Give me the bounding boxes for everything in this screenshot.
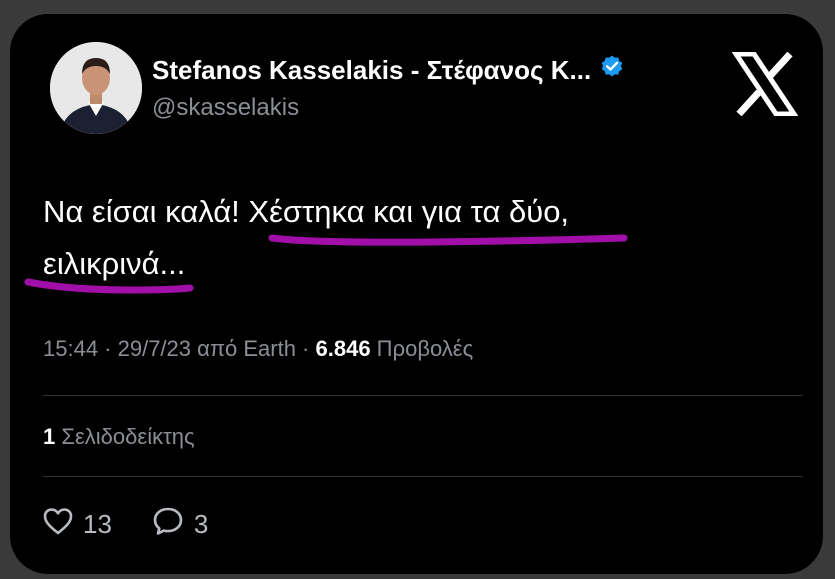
- like-count: 13: [83, 509, 112, 539]
- views-count: 6.846: [315, 336, 371, 361]
- heart-icon: [43, 507, 73, 542]
- reply-count: 3: [193, 509, 209, 539]
- divider: [43, 395, 803, 396]
- timestamp[interactable]: 15:44 · 29/7/23 από Earth ·: [43, 336, 316, 361]
- bookmarks-count: 1: [43, 424, 56, 449]
- highlight-stroke-2: [24, 278, 194, 294]
- highlight-stroke-1: [268, 234, 628, 246]
- views-label: Προβολές: [370, 336, 474, 361]
- like-button[interactable]: 13: [43, 507, 112, 542]
- bookmarks-stat[interactable]: 1 Σελιδοδείκτης: [43, 424, 195, 450]
- reply-button[interactable]: 3: [152, 506, 208, 543]
- highlight-strokes: [24, 234, 628, 294]
- reply-bubble-icon: [152, 506, 184, 543]
- divider: [43, 476, 803, 477]
- tweet-metadata: 15:44 · 29/7/23 από Earth · 6.846 Προβολ…: [43, 336, 473, 362]
- action-bar: 13 3: [43, 506, 248, 543]
- tweet-card: Stefanos Kasselakis - Στέφανος Κ... @ska…: [10, 14, 823, 574]
- bookmarks-label: Σελιδοδείκτης: [55, 424, 195, 449]
